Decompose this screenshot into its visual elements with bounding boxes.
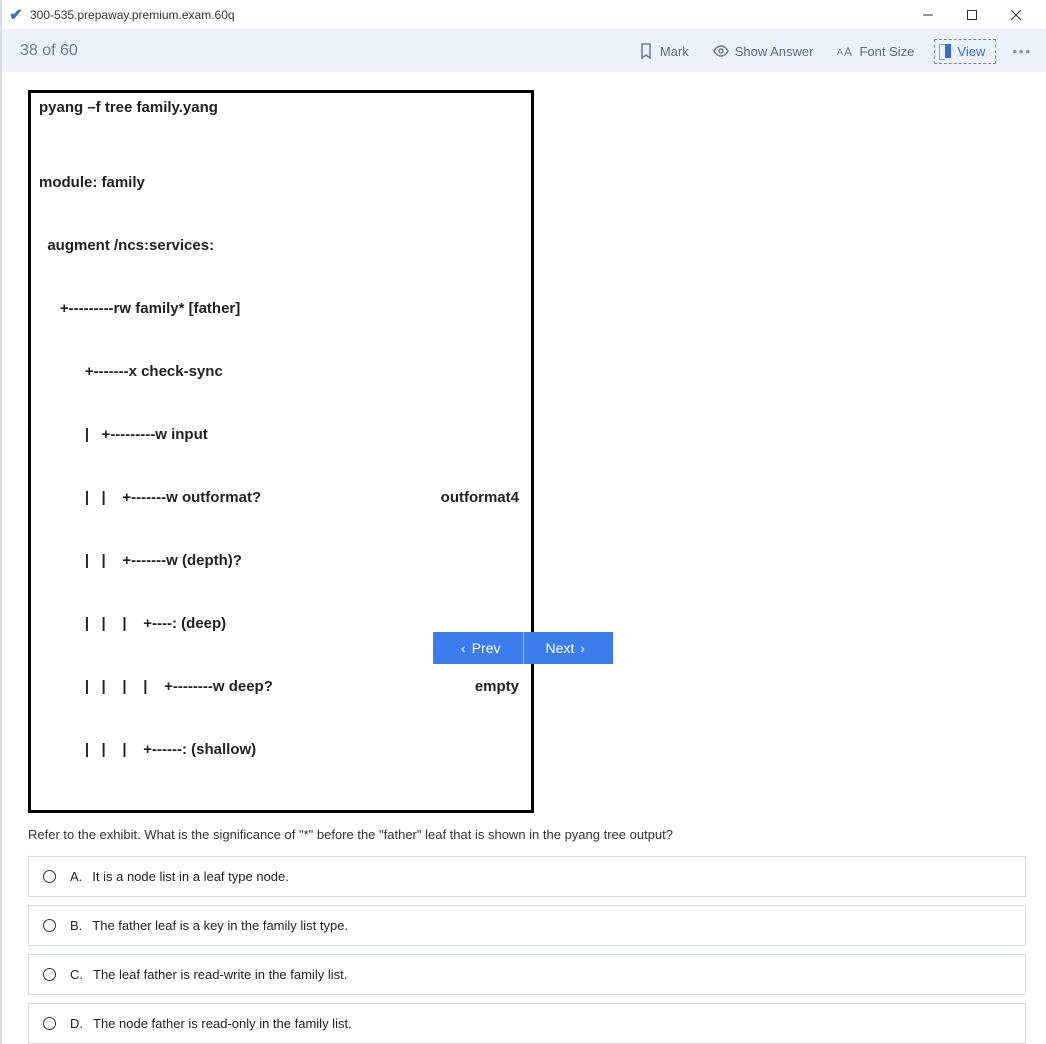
option-letter: B. bbox=[70, 918, 82, 933]
tree-line: augment /ncs:services: bbox=[39, 235, 523, 256]
font-size-button[interactable]: AA Font Size bbox=[837, 43, 914, 59]
window-title: 300-535.prepaway.premium.exam.60q bbox=[30, 8, 235, 22]
radio-icon bbox=[43, 968, 56, 981]
radio-icon bbox=[43, 870, 56, 883]
option-b[interactable]: B. The father leaf is a key in the famil… bbox=[28, 905, 1026, 946]
svg-text:A: A bbox=[837, 47, 843, 57]
tree-line: | | | +------: (shallow) bbox=[39, 739, 523, 760]
show-answer-button[interactable]: Show Answer bbox=[713, 43, 814, 59]
tree-line: | +---------w input bbox=[39, 424, 523, 445]
font-size-icon: AA bbox=[837, 43, 853, 59]
option-letter: C. bbox=[70, 967, 83, 982]
prev-label: Prev bbox=[472, 640, 501, 656]
tree-line: | | +-------w outformat? outformat4 bbox=[39, 487, 523, 508]
tree-line: | | | | +--------w deep? empty bbox=[39, 676, 523, 697]
view-label: View bbox=[957, 44, 985, 59]
option-letter: A. bbox=[70, 869, 82, 884]
tree-line: | | | +----: (deep) bbox=[39, 613, 523, 634]
view-button[interactable]: View bbox=[934, 39, 996, 64]
tree-line: +---------rw family* [father] bbox=[39, 298, 523, 319]
radio-icon bbox=[43, 919, 56, 932]
maximize-button[interactable] bbox=[950, 1, 994, 29]
content-area: pyang –f tree family.yang module: family… bbox=[0, 72, 1046, 1044]
progress-label: 38 of 60 bbox=[20, 42, 78, 60]
app-icon: ✔ bbox=[8, 7, 24, 23]
mark-label: Mark bbox=[660, 44, 689, 59]
next-label: Next bbox=[546, 640, 575, 656]
tree-line: module: family bbox=[39, 172, 523, 193]
eye-icon bbox=[713, 43, 729, 59]
view-icon bbox=[945, 44, 951, 58]
tree-line: +-------x check-sync bbox=[39, 361, 523, 382]
question-text: Refer to the exhibit. What is the signif… bbox=[28, 827, 1026, 842]
option-letter: D. bbox=[70, 1016, 83, 1031]
mark-button[interactable]: Mark bbox=[638, 43, 689, 59]
exhibit-command: pyang –f tree family.yang bbox=[39, 99, 523, 116]
show-answer-label: Show Answer bbox=[735, 44, 814, 59]
prev-button[interactable]: ‹ Prev bbox=[433, 632, 523, 664]
next-button[interactable]: Next › bbox=[524, 632, 613, 664]
footer-nav: ‹ Prev Next › bbox=[0, 632, 1046, 664]
chevron-right-icon: › bbox=[580, 640, 585, 656]
minimize-button[interactable] bbox=[906, 1, 950, 29]
exhibit-box: pyang –f tree family.yang module: family… bbox=[28, 90, 534, 813]
option-text: The father leaf is a key in the family l… bbox=[92, 918, 348, 933]
option-c[interactable]: C. The leaf father is read-write in the … bbox=[28, 954, 1026, 995]
option-a[interactable]: A. It is a node list in a leaf type node… bbox=[28, 856, 1026, 897]
option-text: The leaf father is read-write in the fam… bbox=[93, 967, 347, 982]
titlebar: ✔ 300-535.prepaway.premium.exam.60q bbox=[0, 0, 1046, 30]
bookmark-icon bbox=[638, 43, 654, 59]
close-button[interactable] bbox=[994, 1, 1038, 29]
option-d[interactable]: D. The node father is read-only in the f… bbox=[28, 1003, 1026, 1044]
more-button[interactable]: ••• bbox=[1012, 44, 1032, 59]
tree-line: | | +-------w (depth)? bbox=[39, 550, 523, 571]
option-text: It is a node list in a leaf type node. bbox=[92, 869, 289, 884]
svg-text:A: A bbox=[844, 45, 852, 59]
radio-icon bbox=[43, 1017, 56, 1030]
options-list: A. It is a node list in a leaf type node… bbox=[28, 856, 1026, 1044]
exhibit-tree: module: family augment /ncs:services: +-… bbox=[39, 130, 523, 802]
option-text: The node father is read-only in the fami… bbox=[93, 1016, 352, 1031]
toolbar: 38 of 60 Mark Show Answer AA Font Size V… bbox=[0, 30, 1046, 72]
font-size-label: Font Size bbox=[859, 44, 914, 59]
chevron-left-icon: ‹ bbox=[461, 640, 466, 656]
